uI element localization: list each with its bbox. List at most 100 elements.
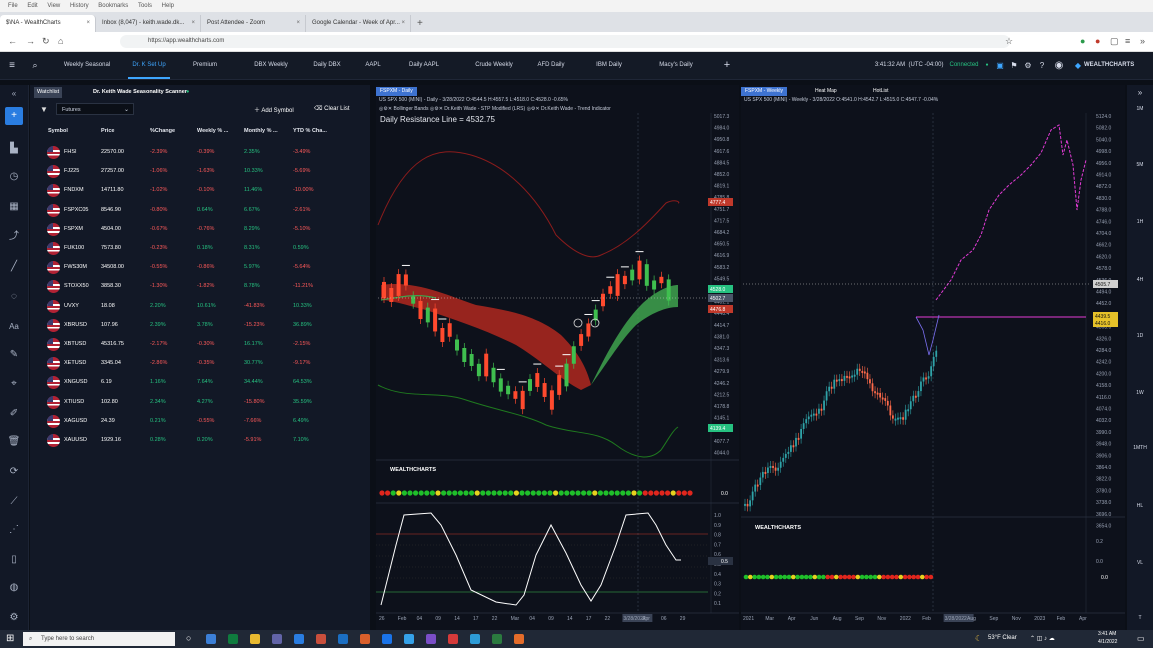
add-symbol-button[interactable]: ＋ Add Symbol [254,105,294,114]
nav-tab[interactable]: Daily AAPL [402,52,446,79]
table-row[interactable]: XNGUSD 6.19 1.16% 7.64% 34.44% 64.53% [30,373,370,392]
nav-tab[interactable]: AAPL [362,52,384,79]
table-row[interactable]: FHSI 22570.00 -2.39% -0.39% 2.35% -3.49% [30,143,370,162]
search-icon[interactable]: ⌕ [28,52,42,79]
menu-tools[interactable]: Tools [138,3,152,9]
table-row[interactable]: FNDXM 14711.80 -1.02% -0.10% 11.46% -10.00% [30,181,370,200]
table-row[interactable]: XBRUSD 107.96 2.39% 3.78% -15.23% 36.89% [30,316,370,335]
extensions-menu-icon[interactable]: ▢ [1110,32,1119,51]
nav-tab[interactable]: Weekly Seasonal [50,52,124,79]
timeframe-5m[interactable]: 5M [1127,162,1153,168]
tab-seasonality-scanner[interactable]: Dr. Keith Wade Seasonality Scanner [90,87,190,98]
timeframe-1w[interactable]: 1W [1127,390,1153,396]
taskbar-app-icon[interactable] [514,634,524,644]
table-row[interactable]: XAUUSD 1929.16 0.28% 0.20% -5.91% 7.10% [30,431,370,450]
calendar-icon[interactable]: ▦ [7,200,21,214]
timeframe-hl[interactable]: HL [1127,503,1153,509]
nav-tab[interactable]: Dr. K Set Up [128,52,170,79]
table-row[interactable]: FJ225 27257.00 -1.06% -1.63% 10.33% -5.69% [30,162,370,181]
mail-icon[interactable] [338,634,348,644]
timeframe-1mth[interactable]: 1MTH [1127,445,1153,451]
task-view-icon[interactable]: ○ [186,633,191,643]
add-tab-button[interactable]: + [720,52,734,79]
timeframe-vl[interactable]: VL [1127,560,1153,566]
taskbar-app-icon[interactable] [294,634,304,644]
add-icon[interactable]: + [5,107,23,125]
new-tab-button[interactable]: + [417,15,423,32]
timeframe-1h[interactable]: 1H [1127,219,1153,225]
home-icon[interactable]: ⌂ [58,32,63,51]
bookmark-star-icon[interactable]: ☆ [1005,32,1013,51]
pencil-icon[interactable]: ✐ [7,407,21,421]
column-header[interactable]: Symbol [48,128,68,134]
browser-tab-wealthcharts[interactable]: $\NA - WealthCharts × [0,15,96,32]
nav-tab[interactable]: DBX Weekly [243,52,299,79]
browser-tab-inbox[interactable]: Inbox (8,047) - keith.wade.dk... × [96,15,201,32]
collapse-icon[interactable]: « [7,87,21,101]
extension-icon[interactable]: ● [1095,32,1100,51]
nav-tab[interactable]: Crude Weekly [466,52,522,79]
table-row[interactable]: FSPXC05 8546.90 -0.80% 0.64% 6.67% -2.61% [30,201,370,220]
filter-icon[interactable]: ▼ [40,105,48,114]
taskbar-app-icon[interactable] [382,634,392,644]
phone-icon[interactable]: ▯ [7,553,21,567]
file-explorer-icon[interactable] [250,634,260,644]
browser-tab-calendar[interactable]: Google Calendar - Week of Apr... × [306,15,411,32]
hamburger-menu-icon[interactable]: ≡ [5,52,19,79]
extension-icon[interactable]: ● [1080,32,1085,51]
column-header[interactable]: Monthly % ... [244,128,278,134]
system-tray-icons[interactable]: ⌃ ◫ ♪ ☁ [1030,635,1055,642]
taskbar-app-icon[interactable] [470,634,480,644]
url-input[interactable]: https://app.wealthcharts.com [120,35,1010,48]
timeframe-1d[interactable]: 1D [1127,333,1153,339]
nav-tab[interactable]: IBM Daily [587,52,631,79]
column-header[interactable]: %Change [150,128,175,134]
menu-help[interactable]: Help [162,3,174,9]
tab-watchlist[interactable]: Watchlist [34,87,63,98]
taskbar-app-icon[interactable] [492,634,502,644]
chart-icon[interactable]: ▙ [7,142,21,156]
weather-text[interactable]: 53°F Clear [988,635,1017,641]
zoom-icon[interactable] [404,634,414,644]
taskbar-app-icon[interactable] [448,634,458,644]
edge-icon[interactable] [228,634,238,644]
avatar[interactable]: ◉ [1052,52,1066,79]
table-row[interactable]: XAGUSD 24.39 0.21% -0.55% -7.66% 6.49% [30,412,370,431]
browser-menu-icon[interactable]: ≡ [1125,32,1130,51]
clock-time[interactable]: 3:41 AM [1098,631,1116,637]
drawing-handle-icon[interactable] [573,318,583,328]
windows-start-icon[interactable]: ⊞ [6,633,14,644]
help-icon[interactable]: ? [1036,52,1048,79]
scatter-icon[interactable]: ⋰ [7,523,21,537]
nav-tab[interactable]: AFD Daily [530,52,572,79]
more-icon[interactable]: » [1140,32,1145,51]
table-row[interactable]: STOXX50 3858.30 -1.30% -1.82% 8.78% -11.21% [30,277,370,296]
taskbar-app-icon[interactable] [426,634,436,644]
nav-tab[interactable]: Premium [185,52,225,79]
column-header[interactable]: Price [101,128,114,134]
timeframe-4h[interactable]: 4H [1127,277,1153,283]
filter-dropdown[interactable]: Futures ⌄ [56,103,134,115]
refresh-icon[interactable]: ⟳ [7,465,21,479]
close-icon[interactable]: × [401,15,405,32]
firefox-icon[interactable] [360,634,370,644]
timeframe-1m[interactable]: 1M [1127,106,1153,112]
menu-bookmarks[interactable]: Bookmarks [98,3,128,9]
trend-icon[interactable]: ⤴ [7,230,21,244]
taskbar-app-icon[interactable] [272,634,282,644]
daily-chart-canvas[interactable]: 5017.3 4984.0 4950.8 4917.6 4884.5 4852.0 4819… [376,85,739,633]
table-row[interactable]: FUK100 7573.80 -0.23% 0.18% 8.31% 0.59% [30,239,370,258]
save-icon[interactable]: ▣ [994,52,1006,79]
line-tool-icon[interactable]: ╱ [7,260,21,274]
forward-icon[interactable]: → [26,32,35,51]
column-header[interactable]: YTD % Cha... [293,128,327,134]
measure-icon[interactable]: ⌖ [7,377,21,391]
menu-history[interactable]: History [70,3,89,9]
reload-icon[interactable]: ↻ [42,32,50,51]
globe-icon[interactable]: ◍ [7,581,21,595]
menu-file[interactable]: File [8,3,18,9]
taskbar-app-icon[interactable] [316,634,326,644]
clock-icon[interactable]: ◷ [7,170,21,184]
settings-icon[interactable]: ⚙ [1022,52,1034,79]
table-row[interactable]: FSPXM 4504.00 -0.67% -0.76% 8.29% -5.10% [30,220,370,239]
